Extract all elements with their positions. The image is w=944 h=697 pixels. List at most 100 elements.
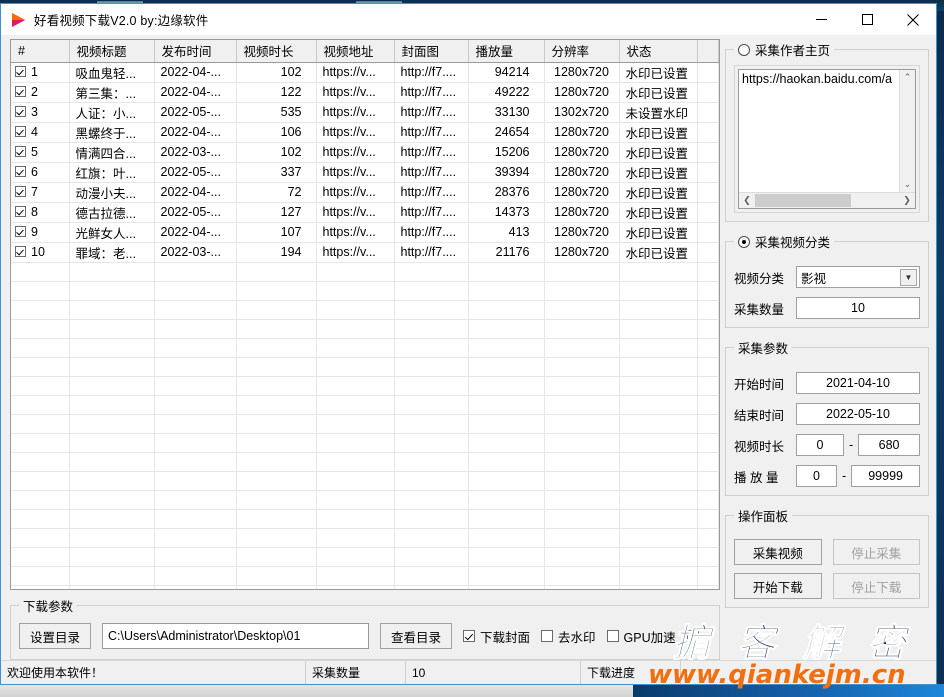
video-category-radio[interactable] <box>738 235 750 248</box>
remove-watermark-checkbox-box[interactable] <box>541 630 554 642</box>
cell-empty <box>154 528 237 548</box>
status-bar: 欢迎使用本软件！ 采集数量 10 下载进度 <box>1 660 936 684</box>
col-index[interactable]: # <box>11 40 70 63</box>
cell-empty <box>697 566 719 586</box>
close-button[interactable] <box>890 5 936 35</box>
cell-empty <box>11 566 70 586</box>
table-empty-row <box>11 509 719 529</box>
col-duration[interactable]: 视频时长 <box>236 40 317 63</box>
table-row[interactable]: 4 黑螺终于... 2022-04-... 106 https://v... http:/… <box>11 122 719 143</box>
video-category-legend[interactable]: 采集视频分类 <box>734 232 834 251</box>
cell-empty <box>619 414 698 434</box>
cell-empty <box>11 452 70 472</box>
row-checkbox[interactable] <box>15 226 26 237</box>
end-time-input[interactable]: 2022-05-10 <box>796 403 920 425</box>
plays-min-input[interactable]: 0 <box>796 465 838 487</box>
start-download-button[interactable]: 开始下载 <box>734 573 822 599</box>
row-checkbox[interactable] <box>15 186 26 197</box>
cell-empty <box>154 319 237 339</box>
hscroll-thumb[interactable] <box>755 194 851 207</box>
download-cover-checkbox-box[interactable] <box>463 630 475 642</box>
col-status[interactable]: 状态 <box>619 40 698 63</box>
chevron-down-icon[interactable]: ▼ <box>900 268 917 286</box>
scroll-left-icon[interactable]: ❮ <box>739 195 755 206</box>
row-index-cell: 8 <box>11 202 70 223</box>
row-checkbox[interactable] <box>15 146 26 157</box>
video-list-table[interactable]: # 视频标题 发布时间 视频时长 视频地址 封面图 播放量 分辨率 状态 1吸血… <box>10 39 720 590</box>
duration-max-input[interactable]: 680 <box>858 434 921 456</box>
video-table: # 视频标题 发布时间 视频时长 视频地址 封面图 播放量 分辨率 状态 1吸血… <box>11 40 719 589</box>
gpu-accel-checkbox-box[interactable] <box>606 630 619 642</box>
plays-max-input[interactable]: 99999 <box>851 465 921 487</box>
author-home-legend[interactable]: 采集作者主页 <box>734 40 834 59</box>
cell-empty <box>154 262 237 282</box>
col-url[interactable]: 视频地址 <box>316 40 395 63</box>
cell-date: 2022-03-... <box>154 142 237 163</box>
cell-empty <box>544 319 620 339</box>
scroll-right-icon[interactable]: ❯ <box>899 195 915 206</box>
table-row[interactable]: 10 罪域：老... 2022-03-... 194 https://v... http:… <box>11 242 719 263</box>
category-select[interactable]: 影视 ▼ <box>796 266 920 288</box>
collect-count-input[interactable]: 10 <box>796 297 920 319</box>
cell-plays: 14373 <box>468 202 545 223</box>
title-bar[interactable]: 好看视频下载V2.0 by:边缘软件 <box>1 4 936 35</box>
cell-empty <box>236 262 317 282</box>
stop-download-button[interactable]: 停止下载 <box>832 573 920 599</box>
cell-empty <box>316 395 395 415</box>
cell-empty <box>619 547 698 567</box>
status-progress-value <box>681 661 936 684</box>
author-url-horizontal-scrollbar[interactable]: ❮ ❯ <box>739 192 915 208</box>
table-row[interactable]: 2 第三集：... 2022-04-... 122 https://v... http:/… <box>11 82 719 103</box>
cell-empty <box>468 566 545 586</box>
extra-option-checkbox[interactable] <box>686 630 699 642</box>
table-row[interactable]: 8 德古拉德... 2022-05-... 127 https://v... http:/… <box>11 202 719 223</box>
cell-empty <box>316 376 395 396</box>
gpu-accel-checkbox[interactable]: GPU加速 <box>606 627 676 646</box>
row-checkbox[interactable] <box>15 86 26 97</box>
download-params-legend: 下载参数 <box>23 600 74 614</box>
left-pane: # 视频标题 发布时间 视频时长 视频地址 封面图 播放量 分辨率 状态 1吸血… <box>1 35 720 660</box>
scroll-up-icon[interactable]: ⌃ <box>900 70 915 85</box>
download-cover-checkbox[interactable]: 下载封面 <box>463 627 530 646</box>
row-checkbox[interactable] <box>15 106 26 117</box>
cell-empty <box>236 547 317 567</box>
col-date[interactable]: 发布时间 <box>154 40 237 63</box>
table-row[interactable]: 3 人证：小... 2022-05-... 535 https://v... http:/… <box>11 102 719 123</box>
col-title[interactable]: 视频标题 <box>69 40 155 63</box>
scroll-down-icon[interactable]: ⌄ <box>900 177 915 192</box>
stop-collect-button[interactable]: 停止采集 <box>832 539 920 565</box>
cell-spacer <box>697 82 719 103</box>
table-row[interactable]: 1 吸血鬼轻... 2022-04-... 102 https://v... http:/… <box>11 62 719 83</box>
row-checkbox[interactable] <box>15 126 26 137</box>
cell-duration: 107 <box>236 222 317 243</box>
cell-empty <box>11 281 70 301</box>
video-category-group: 采集视频分类 视频分类 影视 ▼ 采集数量 10 <box>725 232 929 328</box>
view-directory-button[interactable]: 查看目录 <box>380 623 452 649</box>
table-row[interactable]: 5 情满四合... 2022-03-... 102 https://v... http:/… <box>11 142 719 163</box>
row-checkbox[interactable] <box>15 206 26 217</box>
start-time-input[interactable]: 2021-04-10 <box>796 372 920 394</box>
col-resolution[interactable]: 分辨率 <box>544 40 620 63</box>
cell-status: 水印已设置 <box>619 182 698 203</box>
table-row[interactable]: 6 红旗：叶... 2022-05-... 337 https://v... http:/… <box>11 162 719 183</box>
author-home-radio[interactable] <box>738 43 750 56</box>
remove-watermark-checkbox[interactable]: 去水印 <box>541 627 596 646</box>
col-cover[interactable]: 封面图 <box>394 40 469 63</box>
table-row[interactable]: 7 动漫小夫... 2022-04-... 72 https://v... http://… <box>11 182 719 203</box>
author-url-textarea[interactable]: https://haokan.baidu.com/a ⌃ ⌄ ❮ ❯ <box>738 69 916 209</box>
col-plays[interactable]: 播放量 <box>468 40 545 63</box>
table-empty-row <box>11 414 719 434</box>
row-checkbox[interactable] <box>15 166 26 177</box>
row-checkbox[interactable] <box>15 66 26 77</box>
download-path-input[interactable]: C:\Users\Administrator\Desktop\01 <box>102 623 369 649</box>
set-directory-button[interactable]: 设置目录 <box>19 623 91 649</box>
collect-video-button[interactable]: 采集视频 <box>734 539 822 565</box>
maximize-button[interactable] <box>844 5 890 35</box>
duration-min-input[interactable]: 0 <box>796 434 844 456</box>
author-url-vertical-scrollbar[interactable]: ⌃ ⌄ <box>899 70 915 192</box>
row-checkbox[interactable] <box>15 246 26 257</box>
minimize-button[interactable] <box>798 5 844 35</box>
author-url-value[interactable]: https://haokan.baidu.com/a <box>739 70 899 192</box>
table-row[interactable]: 9 光鲜女人... 2022-04-... 107 https://v... http:/… <box>11 222 719 243</box>
extra-option-checkbox-box[interactable] <box>686 630 699 642</box>
